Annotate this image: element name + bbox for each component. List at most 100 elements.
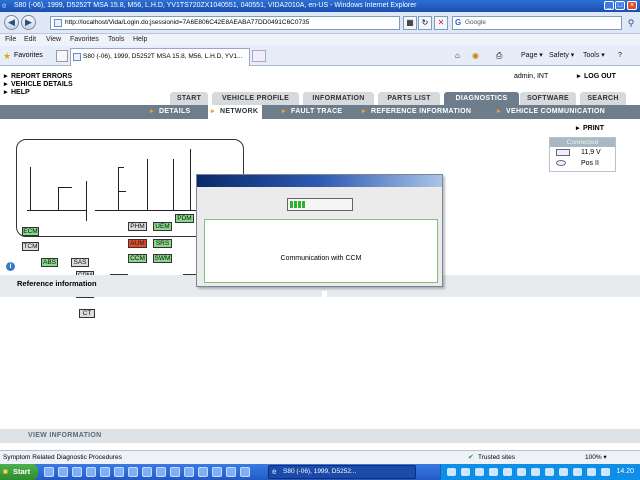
tray-icon[interactable] [517, 468, 526, 476]
zoom-level[interactable]: 100% ▾ [585, 451, 607, 464]
subtab-fault-trace[interactable]: FAULT TRACE [282, 105, 342, 119]
bus-line [147, 159, 148, 210]
quicklaunch-icon[interactable] [142, 467, 152, 477]
tray-icon[interactable] [573, 468, 582, 476]
forward-icon[interactable]: ▶ [21, 15, 36, 30]
tools-menu[interactable]: Tools ▾ [583, 49, 605, 63]
favorites-button[interactable]: ★ Favorites [2, 49, 43, 63]
vehicle-details-link[interactable]: VEHICLE DETAILS [4, 81, 73, 89]
url-text: http://localhost/Vida/Login.do;jsessioni… [65, 19, 310, 26]
quicklaunch-icon[interactable] [156, 467, 166, 477]
quicklaunch-icon[interactable] [44, 467, 54, 477]
ecu-swm[interactable]: SWM [153, 254, 172, 263]
ecu-abs[interactable]: ABS [41, 258, 58, 267]
quicklaunch-icon[interactable] [226, 467, 236, 477]
quicklaunch-icon[interactable] [72, 467, 82, 477]
subtab-vehicle-communication[interactable]: VEHICLE COMMUNICATION [497, 105, 605, 119]
quicklaunch-icon[interactable] [240, 467, 250, 477]
info-icon[interactable]: i [6, 262, 15, 271]
start-button[interactable]: Start [0, 464, 38, 480]
view-information-link[interactable]: VIEW INFORMATION [28, 432, 102, 440]
menu-file[interactable]: File [5, 34, 16, 46]
close-window-icon[interactable]: × [627, 1, 637, 10]
tray-icon[interactable] [559, 468, 568, 476]
print-icon[interactable]: ⎙ [496, 49, 502, 63]
ecu-aum[interactable]: AUM [128, 239, 147, 248]
security-zone[interactable]: Trusted sites [468, 451, 515, 464]
ecu-sas[interactable]: SAS [71, 258, 89, 267]
quicklaunch-icon[interactable] [184, 467, 194, 477]
ecu-ecm[interactable]: ECM [22, 227, 39, 236]
quicklaunch-icon[interactable] [212, 467, 222, 477]
url-input[interactable]: http://localhost/Vida/Login.do;jsessioni… [50, 16, 400, 30]
new-tab-button[interactable] [252, 50, 266, 62]
ecu-ct[interactable]: CT [79, 309, 95, 318]
ecu-ccm[interactable]: CCM [128, 254, 147, 263]
page-menu[interactable]: Page ▾ [521, 49, 543, 63]
safety-menu[interactable]: Safety ▾ [549, 49, 574, 63]
subtab-details[interactable]: DETAILS [150, 105, 191, 119]
quicklaunch-icon[interactable] [114, 467, 124, 477]
progress-block [298, 201, 301, 208]
stop-icon[interactable]: ✕ [434, 16, 448, 30]
ecu-tcm[interactable]: TCM [22, 242, 39, 251]
maximize-icon[interactable]: □ [615, 1, 625, 10]
quicklaunch-icon[interactable] [58, 467, 68, 477]
tray-icon[interactable] [503, 468, 512, 476]
quick-tabs-icon[interactable] [56, 50, 68, 62]
menu-edit[interactable]: Edit [24, 34, 36, 46]
tray-icon[interactable] [447, 468, 456, 476]
reference-information-title: Reference information [17, 279, 97, 288]
quicklaunch-icon[interactable] [100, 467, 110, 477]
tray-icon[interactable] [461, 468, 470, 476]
clock: 14.20 [616, 468, 634, 475]
compatibility-icon[interactable]: ▦ [403, 16, 417, 30]
tab-start[interactable]: START [170, 92, 208, 105]
bus-line [190, 149, 191, 210]
tray-icon[interactable] [489, 468, 498, 476]
tab-information[interactable]: INFORMATION [303, 92, 374, 105]
quicklaunch-icon[interactable] [86, 467, 96, 477]
minimize-icon[interactable]: _ [604, 1, 614, 10]
ecu-srs[interactable]: SRS [153, 239, 172, 248]
tab-title: S80 (-06), 1999, D5252T MSA 15.8, M56, L… [83, 53, 243, 60]
feeds-icon[interactable]: ◉ [472, 49, 479, 63]
back-icon[interactable]: ◀ [4, 15, 19, 30]
ecu-phm[interactable]: PHM [128, 222, 147, 231]
home-icon[interactable]: ⌂ [455, 49, 460, 63]
tray-icon[interactable] [475, 468, 484, 476]
subtab-reference-information[interactable]: REFERENCE INFORMATION [362, 105, 471, 119]
quicklaunch-icon[interactable] [128, 467, 138, 477]
tray-icon[interactable] [545, 468, 554, 476]
tab-diagnostics[interactable]: DIAGNOSTICS [444, 92, 519, 105]
tab-parts-list[interactable]: PARTS LIST [378, 92, 440, 105]
search-input[interactable]: G Google [452, 16, 622, 30]
tray-icon[interactable] [531, 468, 540, 476]
menu-tools[interactable]: Tools [108, 34, 124, 46]
menu-favorites[interactable]: Favorites [70, 34, 99, 46]
menu-view[interactable]: View [46, 34, 61, 46]
logout-link[interactable]: LOG OUT [577, 73, 616, 81]
ecu-uem[interactable]: UEM [153, 222, 172, 231]
address-bar: ◀ ▶ http://localhost/Vida/Login.do;jsess… [0, 12, 640, 34]
taskbar-window-button[interactable]: S80 (-06), 1999, D5252... [268, 465, 416, 479]
favorites-bar: ★ Favorites S80 (-06), 1999, D5252T MSA … [0, 46, 640, 66]
tab-software[interactable]: SOFTWARE [520, 92, 576, 105]
search-icon[interactable]: ⚲ [624, 16, 638, 30]
menu-help[interactable]: Help [133, 34, 147, 46]
panel-divider [322, 291, 327, 297]
tab-vehicle-profile[interactable]: VEHICLE PROFILE [212, 92, 299, 105]
tray-icon[interactable] [601, 468, 610, 476]
subtab-network[interactable]: NETWORK [208, 105, 263, 119]
help-icon[interactable]: ? [618, 49, 622, 63]
ecu-pdm[interactable]: PDM [175, 214, 194, 223]
refresh-icon[interactable]: ↻ [418, 16, 432, 30]
print-link[interactable]: PRINT [576, 125, 604, 133]
quicklaunch-icon[interactable] [170, 467, 180, 477]
quicklaunch-icon[interactable] [198, 467, 208, 477]
browser-tab[interactable]: S80 (-06), 1999, D5252T MSA 15.8, M56, L… [70, 48, 250, 66]
report-errors-link[interactable]: REPORT ERRORS [4, 73, 73, 81]
tab-search[interactable]: SEARCH [580, 92, 626, 105]
main-tabs: START VEHICLE PROFILE INFORMATION PARTS … [0, 92, 640, 105]
tray-icon[interactable] [587, 468, 596, 476]
